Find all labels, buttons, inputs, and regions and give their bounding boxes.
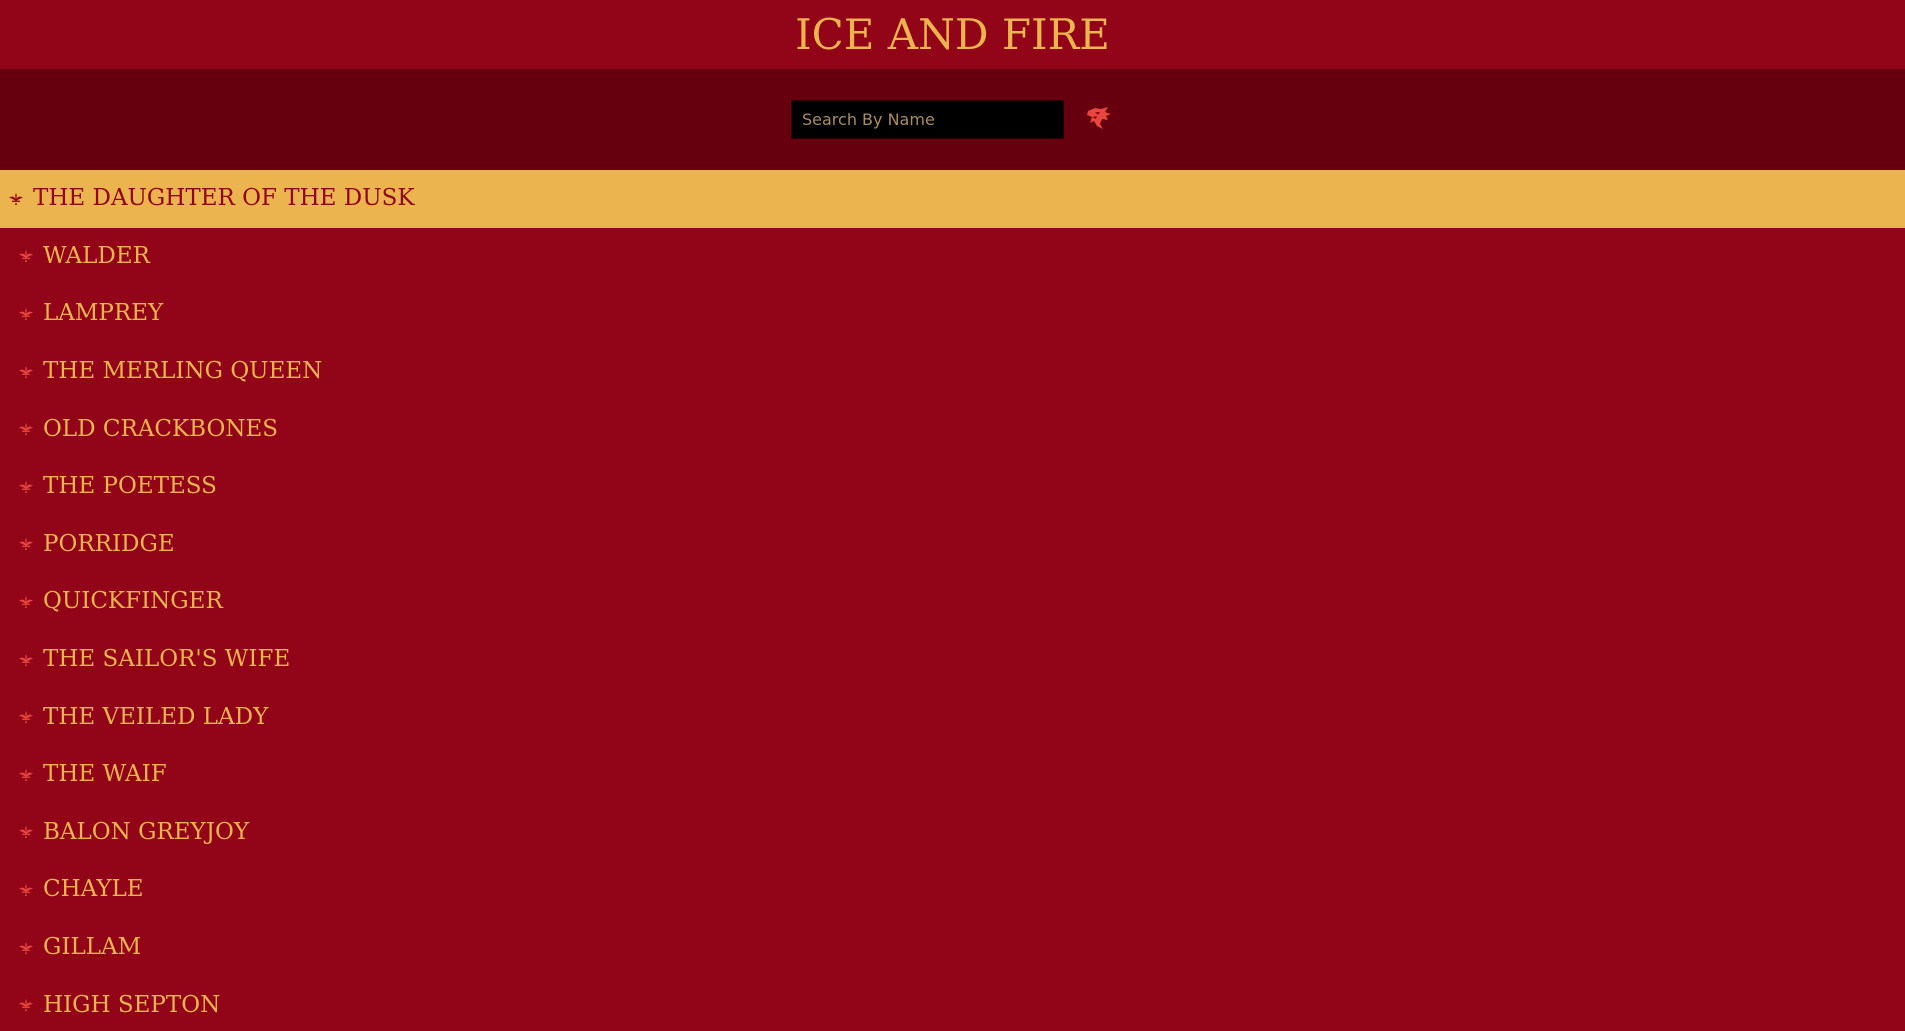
- list-item-label: THE POETESS: [43, 473, 217, 500]
- fleur-de-lis-icon: [19, 595, 33, 608]
- fleur-de-lis-icon: [19, 999, 33, 1012]
- search-input[interactable]: [791, 100, 1064, 139]
- list-item[interactable]: THE POETESS: [0, 458, 1905, 516]
- fleur-de-lis-icon: [19, 307, 33, 320]
- fleur-de-lis-icon: [19, 480, 33, 493]
- fleur-de-lis-icon: [19, 768, 33, 781]
- list-item[interactable]: CHAYLE: [0, 861, 1905, 919]
- fleur-de-lis-icon: [19, 653, 33, 666]
- list-item-label: OLD CRACKBONES: [43, 415, 279, 442]
- list-item[interactable]: PORRIDGE: [0, 516, 1905, 574]
- fleur-de-lis-icon: [19, 423, 33, 436]
- fleur-de-lis-icon: [19, 365, 33, 378]
- list-item-label: THE DAUGHTER OF THE DUSK: [33, 185, 415, 212]
- character-list: THE DAUGHTER OF THE DUSK WALDER LAMPREY: [0, 170, 1905, 1031]
- list-item[interactable]: GILLAM: [0, 919, 1905, 977]
- list-item[interactable]: THE WAIF: [0, 746, 1905, 804]
- search-button[interactable]: [1084, 105, 1114, 135]
- list-item[interactable]: OLD CRACKBONES: [0, 400, 1905, 458]
- list-item-label: THE WAIF: [43, 761, 167, 788]
- list-item[interactable]: LAMPREY: [0, 285, 1905, 343]
- list-item-label: THE MERLING QUEEN: [43, 358, 323, 385]
- list-item[interactable]: THE DAUGHTER OF THE DUSK: [0, 170, 1905, 228]
- list-item-label: THE VEILED LADY: [43, 703, 269, 730]
- fleur-de-lis-icon: [19, 538, 33, 551]
- list-item-label: LAMPREY: [43, 300, 164, 327]
- wolf-icon: [1086, 106, 1112, 133]
- list-item[interactable]: THE VEILED LADY: [0, 688, 1905, 746]
- list-item-label: THE SAILOR'S WIFE: [43, 646, 291, 673]
- fleur-de-lis-icon: [19, 826, 33, 839]
- fleur-de-lis-icon: [9, 192, 23, 205]
- list-item-label: PORRIDGE: [43, 530, 175, 557]
- list-item-label: BALON GREYJOY: [43, 818, 250, 845]
- list-item-label: QUICKFINGER: [43, 588, 223, 615]
- list-item[interactable]: WALDER: [0, 228, 1905, 286]
- list-item-label: GILLAM: [43, 934, 142, 961]
- fleur-de-lis-icon: [19, 250, 33, 263]
- fleur-de-lis-icon: [19, 883, 33, 896]
- app-header: ICE AND FIRE: [0, 0, 1905, 69]
- list-item-label: CHAYLE: [43, 876, 144, 903]
- search-bar: [0, 69, 1905, 170]
- list-item[interactable]: THE MERLING QUEEN: [0, 343, 1905, 401]
- app-title: ICE AND FIRE: [795, 9, 1110, 59]
- list-item[interactable]: BALON GREYJOY: [0, 804, 1905, 862]
- fleur-de-lis-icon: [19, 711, 33, 724]
- list-item[interactable]: QUICKFINGER: [0, 573, 1905, 631]
- fleur-de-lis-icon: [19, 941, 33, 954]
- list-item-label: HIGH SEPTON: [43, 991, 221, 1018]
- list-item[interactable]: HIGH SEPTON: [0, 976, 1905, 1031]
- list-item-label: WALDER: [43, 242, 150, 269]
- list-item[interactable]: THE SAILOR'S WIFE: [0, 631, 1905, 689]
